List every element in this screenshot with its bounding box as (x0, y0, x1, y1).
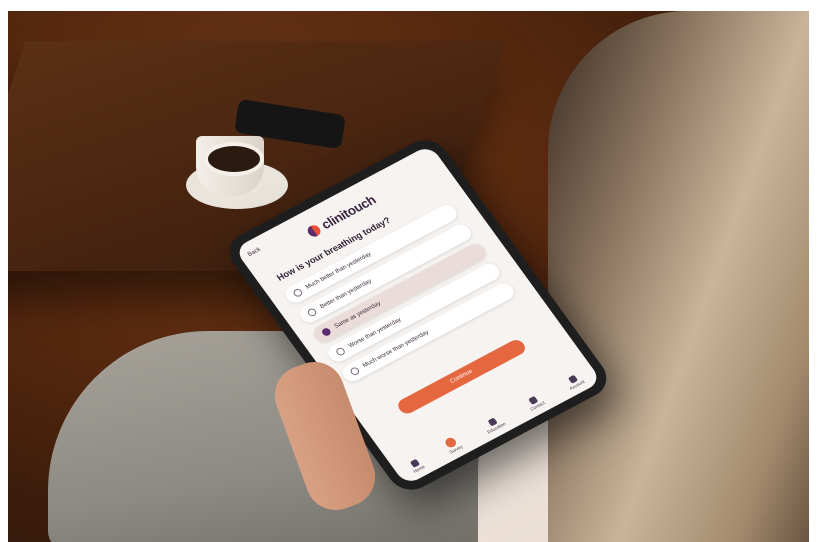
radio-icon (291, 287, 304, 298)
tab-home[interactable]: Home (408, 458, 426, 474)
radio-selected-icon (320, 326, 333, 338)
radio-icon (306, 307, 318, 318)
logo-mark-icon (304, 222, 323, 239)
radio-icon (348, 366, 361, 377)
radio-icon (334, 346, 347, 357)
photo-scene: Back clinitouch How is your breathing to… (8, 11, 809, 542)
tab-account[interactable]: Account (564, 373, 586, 391)
tab-survey[interactable]: Survey (442, 435, 464, 455)
person-hair (548, 11, 809, 542)
tab-contact[interactable]: Contact (525, 394, 546, 412)
tab-education[interactable]: Education (481, 415, 507, 435)
back-button[interactable]: Back (247, 247, 262, 258)
coffee-cup-rim (204, 142, 264, 176)
